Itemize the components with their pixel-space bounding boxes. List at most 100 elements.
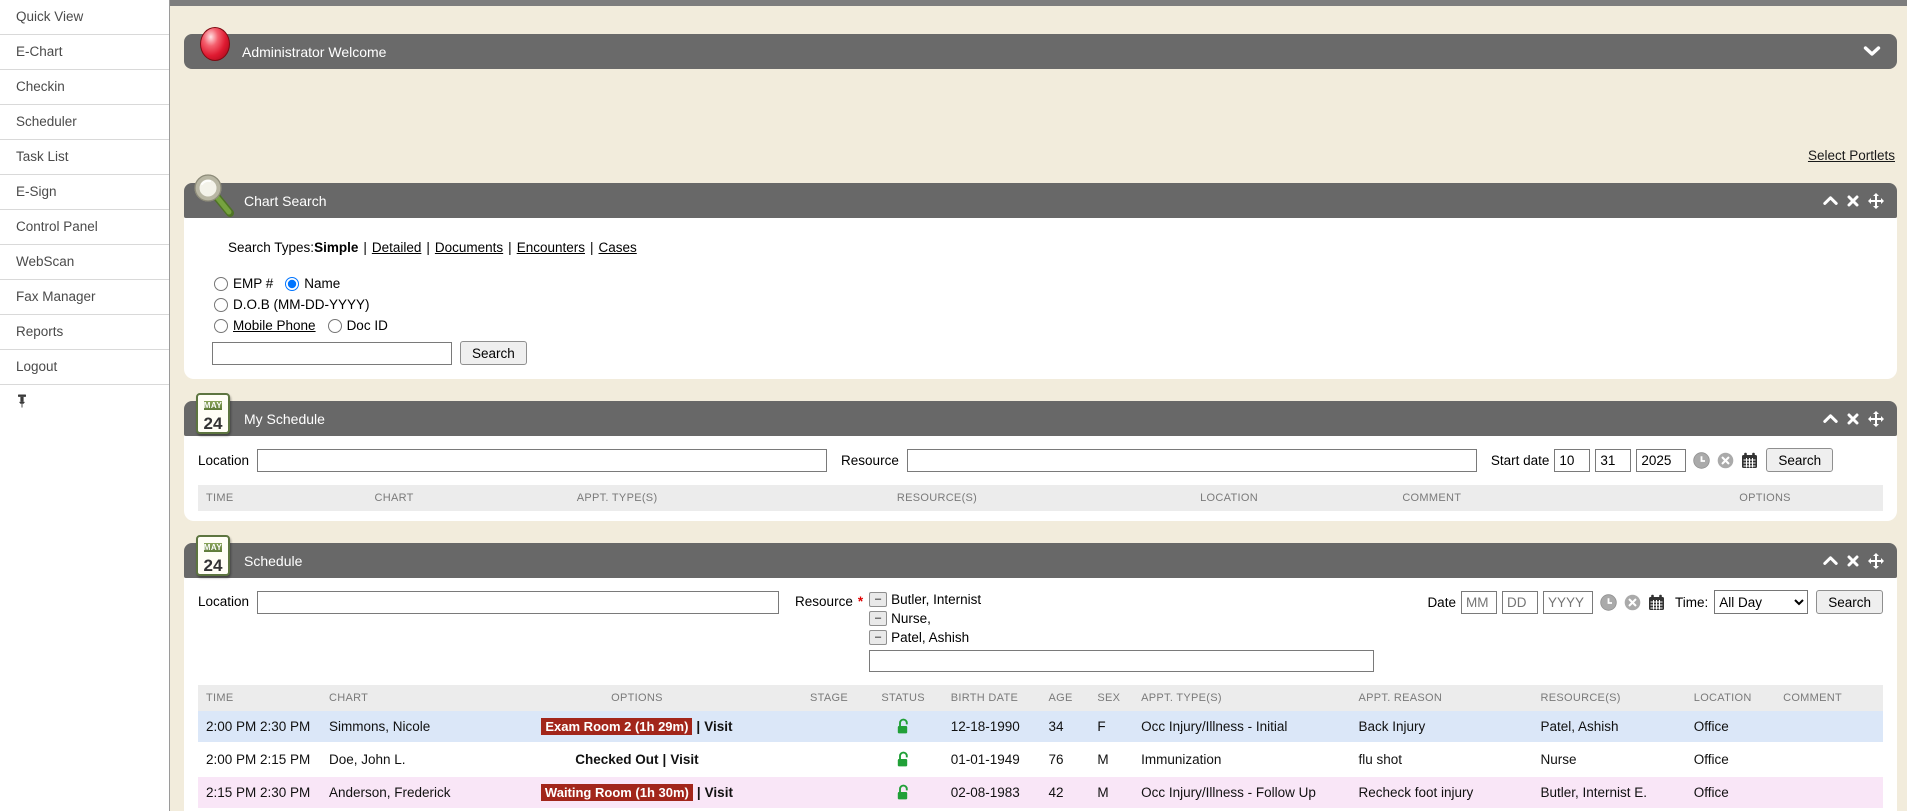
birth-date: 01-01-1949 [943,743,1041,776]
mobile-phone-label[interactable]: Mobile Phone [233,318,316,333]
schedule-search-button[interactable]: Search [1816,590,1883,614]
status-cell[interactable] [864,743,943,776]
patient-chart-link[interactable]: Simmons, Nicole [321,711,479,743]
welcome-collapse-button[interactable] [1863,46,1881,57]
col-appt-types: APPT. TYPE(S) [569,485,889,511]
appt-type: Occ Injury/Illness - Follow Up [1133,776,1350,809]
date-year-input[interactable] [1543,591,1593,614]
dob-radio[interactable] [214,298,228,312]
date-picker-button[interactable] [1741,452,1758,469]
patient-chart-link[interactable]: Anderson, Frederick [321,776,479,809]
move-handle[interactable] [1868,193,1884,209]
calendar-page-icon: MAY 24 [196,535,230,576]
name-radio[interactable] [285,277,299,291]
search-type-cases[interactable]: Cases [599,240,637,255]
patient-chart-link[interactable]: Doe, John L. [321,743,479,776]
search-type-documents[interactable]: Documents [435,240,503,255]
calendar-grid-icon [1648,594,1665,611]
col-appt-reason: APPT. REASON [1350,685,1532,711]
my-schedule-table-header: TIME CHART APPT. TYPE(S) RESOURCE(S) LOC… [198,485,1883,511]
main-area: Administrator Welcome Select Portlets [170,0,1907,811]
checkout-status[interactable]: Checked Out [575,752,658,767]
appt-reason: Back Injury [1350,711,1532,743]
sidebar-item-reports[interactable]: Reports [0,315,169,350]
calendar-page-icon: MAY 24 [196,393,230,434]
location-input[interactable] [257,449,827,472]
resource-name: Patel, Ashish [891,630,969,645]
clock-icon [1600,594,1617,611]
status-cell[interactable] [864,776,943,809]
col-location: LOCATION [1192,485,1394,511]
options-cell: Checked Out Visit [479,743,794,776]
my-schedule-search-button[interactable]: Search [1766,448,1833,472]
visit-link[interactable]: Visit [670,752,698,767]
options-cell: Waiting Room (1h 30m) Visit [479,776,794,809]
search-type-simple[interactable]: Simple [314,240,358,255]
collapse-button[interactable] [1823,196,1838,205]
close-button[interactable] [1847,195,1859,207]
unlock-icon [896,784,911,801]
sidebar-item-control-panel[interactable]: Control Panel [0,210,169,245]
search-type-detailed[interactable]: Detailed [372,240,422,255]
sidebar-item-fax-manager[interactable]: Fax Manager [0,280,169,315]
search-type-encounters[interactable]: Encounters [517,240,585,255]
select-portlets-link[interactable]: Select Portlets [1808,148,1895,163]
sidebar-item-task-list[interactable]: Task List [0,140,169,175]
magnifier-icon [192,173,238,219]
date-day-input[interactable] [1502,591,1538,614]
remove-resource-button[interactable]: – [869,611,887,626]
doc-id-radio[interactable] [328,319,342,333]
visit-link[interactable]: Visit [704,719,732,734]
sidebar-item-e-chart[interactable]: E-Chart [0,35,169,70]
calendar-grid-icon [1741,452,1758,469]
clear-date-button[interactable] [1624,594,1641,611]
move-handle[interactable] [1868,411,1884,427]
emp-number-radio[interactable] [214,277,228,291]
status-cell[interactable] [864,711,943,743]
location-label: Location [198,453,249,468]
top-strip [170,0,1907,6]
room-status-badge[interactable]: Exam Room 2 (1h 29m) [541,718,692,735]
collapse-button[interactable] [1823,414,1838,423]
sidebar-pin-toggle[interactable] [0,385,169,417]
start-date-year-input[interactable] [1636,449,1686,472]
start-date-day-input[interactable] [1595,449,1631,472]
close-button[interactable] [1847,555,1859,567]
sidebar-item-quick-view[interactable]: Quick View [0,0,169,35]
location-input[interactable] [257,591,779,614]
mobile-phone-radio[interactable] [214,319,228,333]
sex: M [1089,776,1133,809]
date-month-input[interactable] [1461,591,1497,614]
resource-search-input[interactable] [869,650,1374,672]
move-handle[interactable] [1868,553,1884,569]
start-date-month-input[interactable] [1554,449,1590,472]
visit-link[interactable]: Visit [705,785,733,800]
remove-resource-button[interactable]: – [869,630,887,645]
room-status-badge[interactable]: Waiting Room (1h 30m) [541,784,693,801]
sidebar-item-checkin[interactable]: Checkin [0,70,169,105]
resource-name: Butler, Internist [891,592,981,607]
schedule-table: TIME CHART OPTIONS STAGE STATUS BIRTH DA… [198,685,1883,810]
chart-search-input[interactable] [212,342,452,365]
sidebar-item-scheduler[interactable]: Scheduler [0,105,169,140]
resources: Butler, Internist E. [1532,776,1685,809]
sidebar-item-webscan[interactable]: WebScan [0,245,169,280]
unlock-icon [896,751,911,768]
close-button[interactable] [1847,413,1859,425]
chevron-down-icon [1863,46,1881,57]
time-picker-button[interactable] [1600,594,1617,611]
chart-search-button[interactable]: Search [460,341,527,365]
collapse-button[interactable] [1823,556,1838,565]
clear-date-button[interactable] [1717,452,1734,469]
col-status: STATUS [864,685,943,711]
resource-input[interactable] [907,449,1477,472]
select-portlets-row: Select Portlets [170,147,1895,165]
remove-resource-button[interactable]: – [869,592,887,607]
time-select[interactable]: All Day [1714,590,1808,614]
date-picker-button[interactable] [1648,594,1665,611]
clock-icon [1693,452,1710,469]
time-picker-button[interactable] [1693,452,1710,469]
resources: Nurse [1532,743,1685,776]
sidebar-item-e-sign[interactable]: E-Sign [0,175,169,210]
sidebar-item-logout[interactable]: Logout [0,350,169,385]
